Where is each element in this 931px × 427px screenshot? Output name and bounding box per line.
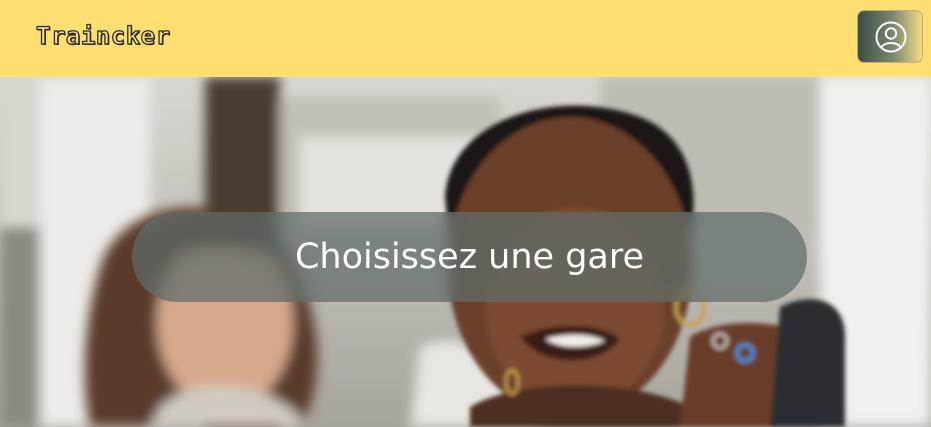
user-circle-icon: [875, 21, 907, 53]
brand-logo[interactable]: Traincker: [35, 21, 170, 50]
top-header: Traincker: [0, 0, 931, 77]
profile-button[interactable]: [857, 10, 923, 63]
choose-station-button[interactable]: Choisissez une gare: [132, 212, 807, 302]
hero-banner: Choisissez une gare: [0, 77, 931, 427]
